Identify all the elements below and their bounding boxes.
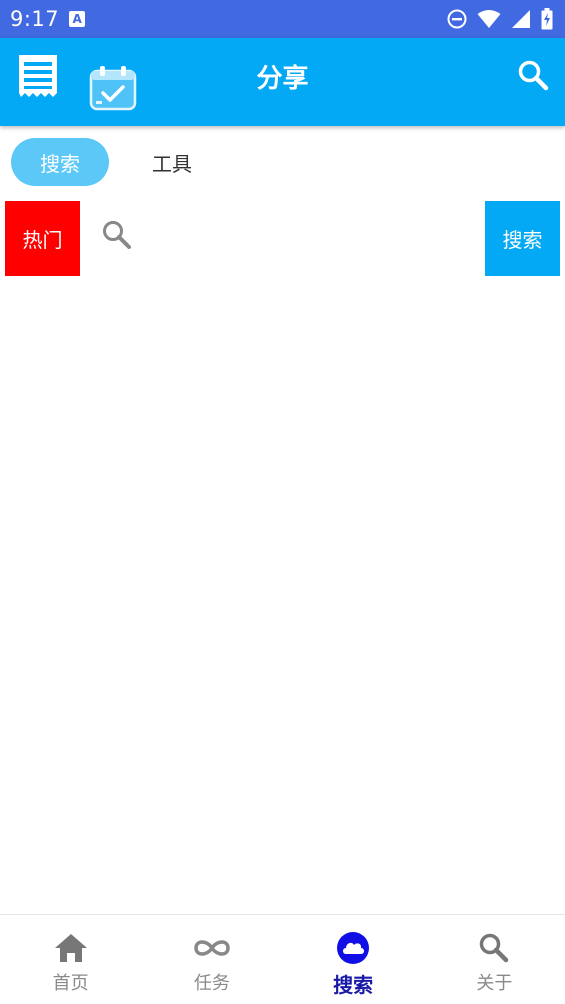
status-right [447, 8, 553, 30]
signal-icon [511, 9, 531, 29]
search-icon[interactable] [517, 59, 549, 95]
search-input[interactable] [139, 213, 479, 263]
tab-search[interactable]: 搜索 [11, 138, 109, 186]
nav-item-tasks[interactable]: 任务 [141, 915, 282, 1004]
search-field-icon [101, 219, 133, 255]
app-bar: 分享 [0, 38, 565, 126]
dnd-icon [447, 9, 467, 29]
notification-a-icon: A [69, 11, 86, 27]
nav-label-tasks: 任务 [193, 973, 230, 994]
page-title: 分享 [256, 63, 309, 94]
tab-bar: 搜索 工具 [0, 126, 565, 198]
infinity-icon [192, 931, 232, 965]
hot-button[interactable]: 热门 [5, 201, 80, 276]
tab-tools[interactable]: 工具 [123, 138, 221, 186]
nav-item-search[interactable]: 搜索 [283, 915, 424, 1004]
status-time: 9:17 [10, 7, 60, 31]
status-left: 9:17 A [10, 7, 86, 31]
bottom-nav: 首页 任务 搜索 关于 [0, 914, 565, 1004]
nav-item-about[interactable]: 关于 [424, 915, 565, 1004]
cloud-icon [336, 931, 370, 965]
status-bar: 9:17 A [0, 0, 565, 38]
wifi-icon [477, 9, 501, 29]
about-search-icon [478, 931, 510, 965]
nav-item-home[interactable]: 首页 [0, 915, 141, 1004]
nav-label-home: 首页 [52, 973, 89, 994]
home-icon [54, 931, 88, 965]
search-button[interactable]: 搜索 [485, 201, 560, 276]
search-row: 热门 搜索 [5, 201, 560, 276]
nav-label-about: 关于 [476, 973, 513, 994]
nav-label-search: 搜索 [333, 973, 374, 997]
battery-charging-icon [541, 8, 553, 30]
